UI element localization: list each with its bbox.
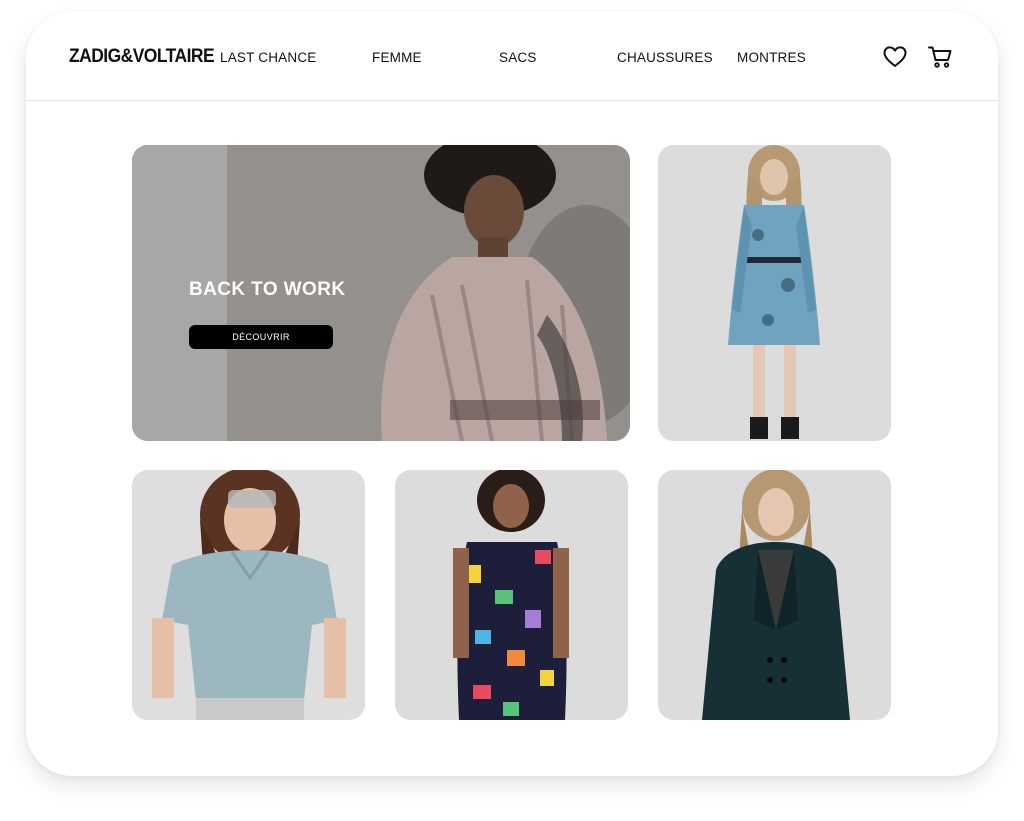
site-header: ZADIG&VOLTAIRE LAST CHANCE FEMME SACS CH… [26, 12, 998, 101]
hero-banner[interactable]: BACK TO WORK DÉCOUVRIR [132, 145, 630, 441]
product-card-multicolor-dress[interactable] [395, 470, 628, 720]
product-card-blue-floral-dress[interactable] [658, 145, 891, 441]
nav-item-chaussures[interactable]: CHAUSSURES [617, 50, 713, 65]
cart-icon[interactable] [927, 44, 953, 70]
product-image-blue-floral-dress [658, 145, 891, 441]
heart-icon[interactable] [882, 44, 908, 70]
product-image-multicolor-dress [395, 470, 628, 720]
page-frame: ZADIG&VOLTAIRE LAST CHANCE FEMME SACS CH… [26, 12, 998, 776]
nav-item-sacs[interactable]: SACS [499, 50, 537, 65]
product-card-blue-tshirt[interactable] [132, 470, 365, 720]
product-image-velvet-blazer [658, 470, 891, 720]
product-image-blue-tshirt [132, 470, 365, 720]
nav-item-last-chance[interactable]: LAST CHANCE [220, 50, 316, 65]
product-card-velvet-blazer[interactable] [658, 470, 891, 720]
brand-logo[interactable]: ZADIG&VOLTAIRE [69, 46, 215, 68]
discover-button[interactable]: DÉCOUVRIR [189, 325, 333, 349]
hero-title: BACK TO WORK [189, 279, 346, 300]
nav-item-femme[interactable]: FEMME [372, 50, 422, 65]
nav-item-montres[interactable]: MONTRES [737, 50, 806, 65]
